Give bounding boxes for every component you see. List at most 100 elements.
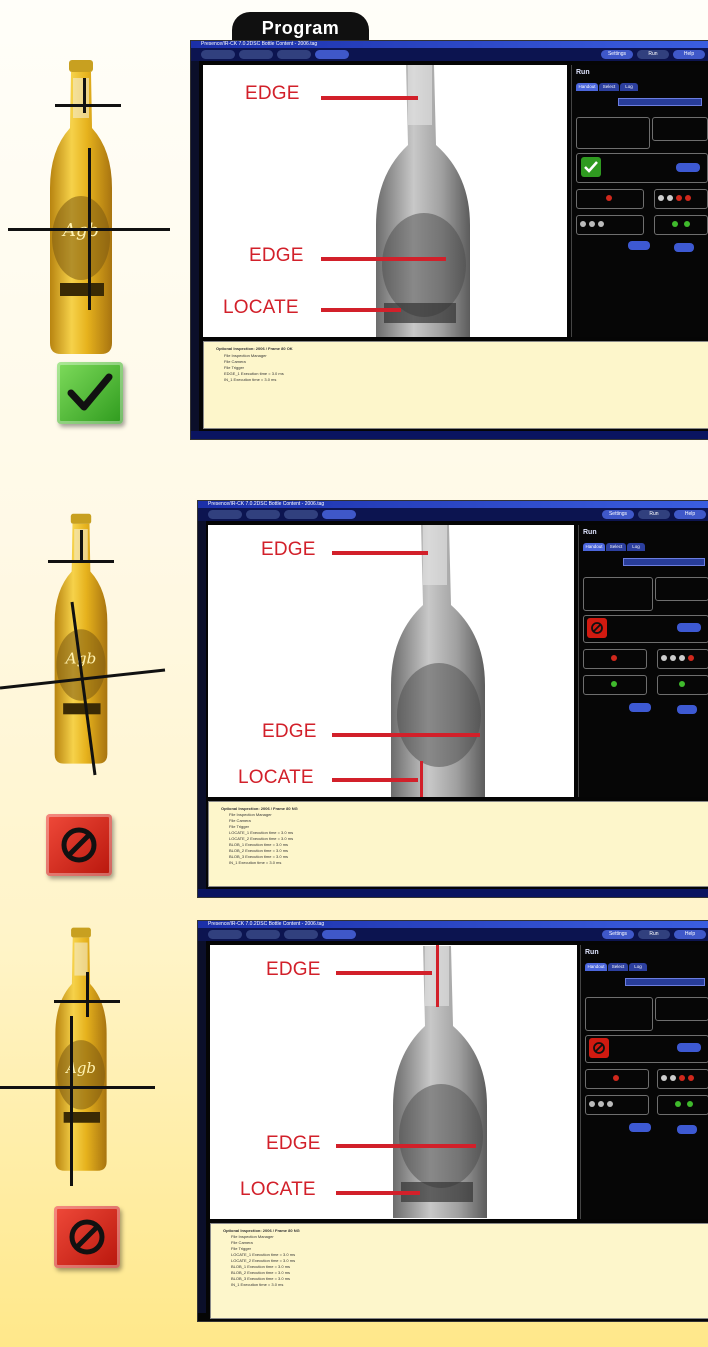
toolbar-button[interactable] <box>239 50 273 59</box>
tree-item[interactable]: File Camera <box>231 1240 253 1245</box>
tree-item[interactable]: Optional Inspection: 2006 / Frame 80 NG <box>223 1228 300 1233</box>
crosshair-line <box>70 1016 73 1186</box>
bottle-image <box>393 946 487 1218</box>
display-group <box>583 577 653 611</box>
toolbar-button[interactable] <box>284 510 318 519</box>
program-tab[interactable]: Program <box>232 12 369 42</box>
toolbar-button[interactable] <box>277 50 311 59</box>
tab-select[interactable]: Select <box>608 963 628 971</box>
reset-button[interactable] <box>677 623 701 632</box>
inspection-tree: Optional Inspection: 2006 / Frame 80 NG … <box>208 801 708 887</box>
reset-button[interactable] <box>676 163 700 172</box>
tab-log[interactable]: Log <box>627 543 645 551</box>
tree-item[interactable]: BLOB_1 Execution time = 3.0 ms <box>229 842 288 847</box>
run-button[interactable]: Run <box>638 510 670 519</box>
tree-item[interactable]: File Trigger <box>224 365 244 370</box>
run-toolbar-button[interactable] <box>322 930 356 939</box>
annotation-pointer <box>336 1191 420 1195</box>
tree-item[interactable]: IN_1 Execution time = 3.0 ms <box>224 377 276 382</box>
status-led <box>661 1075 667 1081</box>
status-led <box>589 221 595 227</box>
annotation-pointer <box>420 761 423 797</box>
status-led <box>613 1075 619 1081</box>
tab-handout[interactable]: Handout <box>576 83 598 91</box>
tree-item[interactable]: File Inspection Manager <box>224 353 267 358</box>
tree-item[interactable]: BLOB_1 Execution time = 3.0 ms <box>231 1264 290 1269</box>
settings-button[interactable]: Settings <box>602 930 634 939</box>
help-button[interactable]: Help <box>674 510 706 519</box>
tab-select[interactable]: Select <box>599 83 619 91</box>
tab-select[interactable]: Select <box>606 543 626 551</box>
annotation-pointer <box>336 971 432 975</box>
help-button[interactable]: Help <box>673 50 705 59</box>
selected-inspection-field[interactable] <box>623 558 705 566</box>
tree-item[interactable]: EDGE_1 Execution time = 3.0 ms <box>224 371 284 376</box>
stop-button[interactable] <box>629 1123 651 1132</box>
status-led <box>679 1075 685 1081</box>
tree-item[interactable]: IN_1 Execution time = 3.0 ms <box>229 860 281 865</box>
selected-inspection-field[interactable] <box>618 98 702 106</box>
tab-handout[interactable]: Handout <box>585 963 607 971</box>
no-entry-icon <box>69 1219 105 1255</box>
crosshair-line <box>0 601 166 776</box>
tree-item[interactable]: File Trigger <box>229 824 249 829</box>
io-group <box>654 215 708 235</box>
settings-button[interactable]: Settings <box>602 510 634 519</box>
tree-item[interactable]: BLOB_2 Execution time = 3.0 ms <box>229 848 288 853</box>
run-button[interactable]: Run <box>637 50 669 59</box>
side-strip <box>198 941 206 1313</box>
toolbar-button[interactable] <box>201 50 235 59</box>
toolbar-button[interactable] <box>284 930 318 939</box>
tab-log[interactable]: Log <box>629 963 647 971</box>
tab-handout[interactable]: Handout <box>583 543 605 551</box>
tree-item[interactable]: Optional Inspection: 2006 / Frame 80 OK <box>216 346 293 351</box>
tree-item[interactable]: File Inspection Manager <box>229 812 272 817</box>
tree-item[interactable]: LOCATE_2 Execution time = 3.0 ms <box>231 1258 295 1263</box>
tab-log[interactable]: Log <box>620 83 638 91</box>
tree-item[interactable]: File Trigger <box>231 1246 251 1251</box>
edge-annotation: EDGE <box>249 245 304 266</box>
tree-item[interactable]: File Inspection Manager <box>231 1234 274 1239</box>
stop-button[interactable] <box>629 703 651 712</box>
edge-annotation: EDGE <box>262 721 317 742</box>
inspection-tree: Optional Inspection: 2006 / Frame 80 OK … <box>203 341 708 429</box>
crosshair-line <box>0 1086 155 1089</box>
toolbar-button[interactable] <box>246 930 280 939</box>
reset-button[interactable] <box>677 1043 701 1052</box>
run-button[interactable]: Run <box>638 930 670 939</box>
stop-button[interactable] <box>628 241 650 250</box>
status-led <box>606 195 612 201</box>
tree-item[interactable]: LOCATE_1 Execution time = 3.0 ms <box>229 830 293 835</box>
tree-item[interactable]: File Camera <box>229 818 251 823</box>
bottle-column-1: Agb <box>0 40 190 450</box>
resolution-button[interactable] <box>677 1125 697 1134</box>
toolbar-button[interactable] <box>246 510 280 519</box>
tree-item[interactable]: BLOB_3 Execution time = 3.0 ms <box>229 854 288 859</box>
crosshair-line <box>80 530 83 560</box>
annotation-pointer <box>332 551 428 555</box>
display-group <box>585 997 653 1031</box>
no-entry-icon <box>61 827 97 863</box>
bottle-image: Agb <box>50 60 112 354</box>
tree-item[interactable]: File Camera <box>224 359 246 364</box>
status-led <box>675 1101 681 1107</box>
tree-item[interactable]: Optional Inspection: 2006 / Frame 80 NG <box>221 806 298 811</box>
window-title: Presence/IR-CK 7.0.2DSC Bottle Content -… <box>201 41 318 47</box>
resolution-button[interactable] <box>674 243 694 252</box>
resolution-button[interactable] <box>677 705 697 714</box>
camera-image: EDGE EDGE LOCATE <box>210 945 577 1219</box>
annotation-pointer <box>332 733 480 737</box>
help-button[interactable]: Help <box>674 930 706 939</box>
run-toolbar-button[interactable] <box>322 510 356 519</box>
toolbar-button[interactable] <box>208 510 242 519</box>
settings-button[interactable]: Settings <box>601 50 633 59</box>
tree-item[interactable]: LOCATE_2 Execution time = 3.0 ms <box>229 836 293 841</box>
run-toolbar-button[interactable] <box>315 50 349 59</box>
tree-item[interactable]: BLOB_2 Execution time = 3.0 ms <box>231 1270 290 1275</box>
tree-item[interactable]: LOCATE_1 Execution time = 3.0 ms <box>231 1252 295 1257</box>
toolbar-button[interactable] <box>208 930 242 939</box>
selected-inspection-field[interactable] <box>625 978 705 986</box>
window-titlebar: Presence/IR-CK 7.0.2DSC Bottle Content -… <box>191 41 708 48</box>
tree-item[interactable]: IN_1 Execution time = 3.0 ms <box>231 1282 283 1287</box>
tree-item[interactable]: BLOB_3 Execution time = 3.0 ms <box>231 1276 290 1281</box>
